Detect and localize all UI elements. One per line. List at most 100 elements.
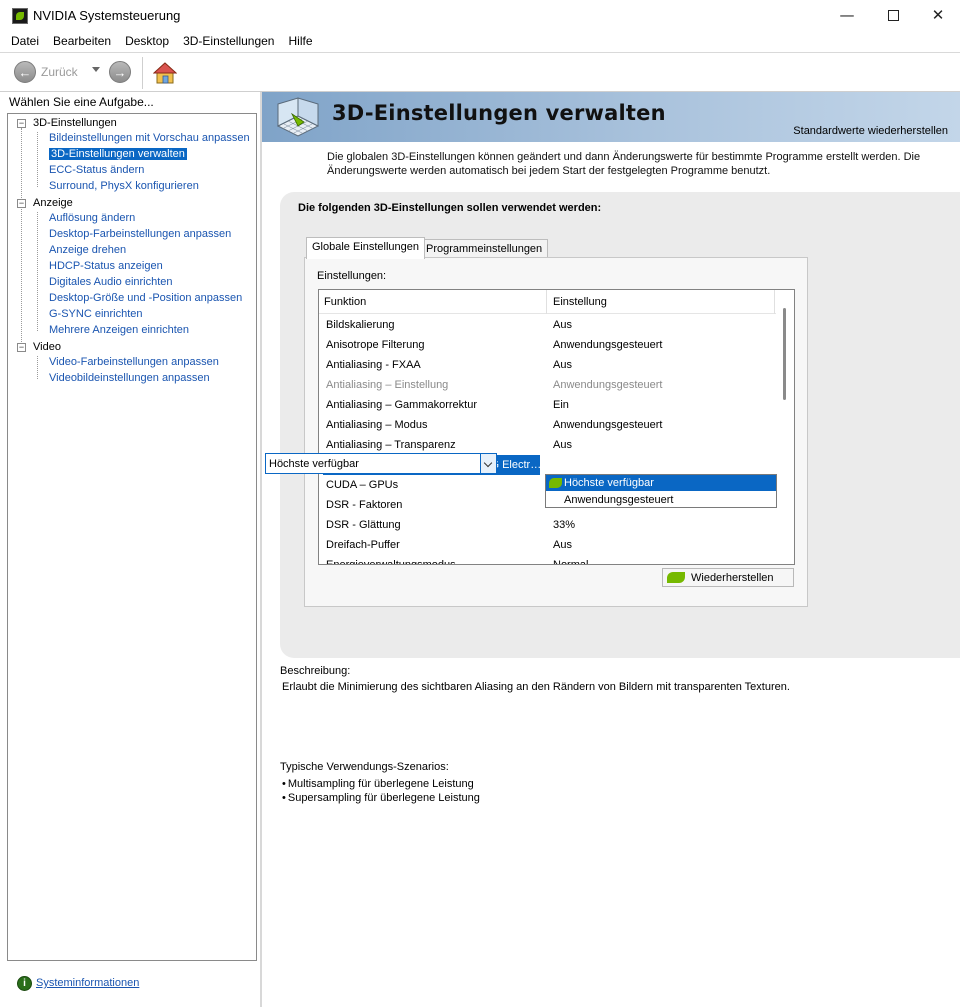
setting-row[interactable]: Antialiasing – Transparenz Aus [319, 435, 776, 455]
forward-arrow-icon: → [109, 61, 131, 83]
dropdown-option-anwendung[interactable]: Anwendungsgesteuert [546, 492, 776, 508]
tree-item-3d-verwalten[interactable]: 3D-Einstellungen verwalten [49, 148, 187, 160]
tab-program-settings[interactable]: Programmeinstellungen [420, 239, 549, 259]
tree-category-video[interactable]: Video [33, 341, 61, 353]
setting-row[interactable]: Anisotrope Filterung Anwendungsgesteuert [319, 335, 776, 355]
menu-hilfe[interactable]: Hilfe [288, 34, 312, 48]
tree-category-3d[interactable]: 3D-Einstellungen [33, 117, 117, 129]
tree-item-anzeige-drehen[interactable]: Anzeige drehen [49, 244, 126, 256]
collapse-icon[interactable]: − [17, 343, 26, 352]
settings-label: Einstellungen: [317, 270, 387, 282]
toolbar: ← Zurück → [0, 52, 960, 92]
option-label: Anwendungsgesteuert [564, 494, 674, 506]
setting-function: Bildskalierung [326, 319, 395, 331]
setting-value: Ein [553, 399, 569, 411]
setting-row[interactable]: Bildskalierung Aus [319, 315, 776, 335]
tree-item-desktop-groesse[interactable]: Desktop-Größe und -Position anpassen [49, 292, 242, 304]
setting-function: Antialiasing – Einstellung [326, 379, 449, 391]
minimize-button[interactable]: — [824, 0, 870, 30]
task-label: Wählen Sie eine Aufgabe... [9, 95, 154, 109]
tree-item-mehrere-anzeigen[interactable]: Mehrere Anzeigen einrichten [49, 324, 189, 336]
tree-item-digitales-audio[interactable]: Digitales Audio einrichten [49, 276, 173, 288]
nvidia-logo-icon [549, 478, 562, 488]
setting-value: Aus [553, 539, 572, 551]
page-header: 3D-Einstellungen verwalten Standardwerte… [262, 92, 960, 142]
listview-header: Funktion Einstellung [319, 290, 776, 314]
group-title: Die folgenden 3D-Einstellungen sollen ve… [298, 202, 602, 214]
tree-line [21, 128, 22, 350]
collapse-icon[interactable]: − [17, 119, 26, 128]
toolbar-separator [142, 57, 143, 89]
tree-item-videobild[interactable]: Videobildeinstellungen anpassen [49, 372, 210, 384]
tree-item-surround-physx[interactable]: Surround, PhysX konfigurieren [49, 180, 199, 192]
info-icon: i [17, 976, 32, 991]
restore-button[interactable]: Wiederherstellen [662, 568, 794, 587]
task-tree: − 3D-Einstellungen Bildeinstellungen mit… [7, 113, 257, 961]
tree-category-anzeige[interactable]: Anzeige [33, 197, 73, 209]
setting-row[interactable]: Energieverwaltungsmodus Normal [319, 555, 776, 565]
pane-splitter[interactable] [260, 92, 262, 1007]
column-separator[interactable] [774, 290, 775, 314]
forward-button[interactable]: → [109, 61, 131, 83]
back-label: Zurück [41, 65, 78, 79]
tree-item-gsync[interactable]: G-SYNC einrichten [49, 308, 143, 320]
setting-row[interactable]: Antialiasing - FXAA Aus [319, 355, 776, 375]
tab-global-settings[interactable]: Globale Einstellungen [306, 237, 426, 259]
setting-function: Antialiasing – Transparenz [326, 439, 456, 451]
menu-bar: Datei Bearbeiten Desktop 3D-Einstellunge… [0, 31, 960, 51]
tree-line [37, 212, 38, 331]
description-text: Erlaubt die Minimierung des sichtbaren A… [282, 681, 790, 693]
menu-bearbeiten[interactable]: Bearbeiten [53, 34, 111, 48]
nvidia-app-icon [12, 8, 28, 24]
3d-settings-icon [276, 97, 320, 137]
menu-3d-einstellungen[interactable]: 3D-Einstellungen [183, 34, 274, 48]
setting-function: CUDA – GPUs [326, 479, 399, 491]
back-button[interactable]: ← Zurück [14, 61, 78, 83]
menu-datei[interactable]: Datei [11, 34, 39, 48]
setting-row[interactable]: Antialiasing – Gammakorrektur Ein [319, 395, 776, 415]
usage-label: Typische Verwendungs-Szenarios: [280, 761, 449, 773]
setting-row[interactable]: Antialiasing – Einstellung Anwendungsgest… [319, 375, 776, 395]
setting-function: DSR - Glättung [326, 519, 401, 531]
tree-item-video-farbe[interactable]: Video-Farbeinstellungen anpassen [49, 356, 219, 368]
dropdown-option-hoechste[interactable]: Höchste verfügbar [546, 475, 776, 491]
column-header-function[interactable]: Funktion [324, 296, 366, 308]
chevron-down-icon[interactable] [480, 454, 496, 473]
setting-value: Normal [553, 559, 589, 565]
tree-item-desktop-farbe[interactable]: Desktop-Farbeinstellungen anpassen [49, 228, 231, 240]
history-dropdown-icon[interactable] [92, 67, 100, 72]
listview-scrollbar[interactable] [776, 290, 794, 564]
tree-item-bildeinstellungen[interactable]: Bildeinstellungen mit Vorschau anpassen [49, 132, 250, 144]
close-button[interactable]: ✕ [915, 0, 960, 30]
settings-listview[interactable]: Funktion Einstellung Bildskalierung Aus An… [318, 289, 795, 565]
tree-item-hdcp[interactable]: HDCP-Status anzeigen [49, 260, 163, 272]
home-icon[interactable] [153, 62, 177, 84]
back-arrow-icon: ← [14, 61, 36, 83]
tree-line [37, 132, 38, 187]
intro-text: Die globalen 3D-Einstellungen können geä… [327, 151, 921, 177]
setting-row[interactable]: DSR - Glättung 33% [319, 515, 776, 535]
combobox-dropdown-list: Höchste verfügbar Anwendungsgesteuert [545, 474, 777, 508]
collapse-icon[interactable]: − [17, 199, 26, 208]
setting-value: Anwendungsgesteuert [553, 379, 663, 391]
column-header-setting[interactable]: Einstellung [553, 296, 607, 308]
restore-defaults-link[interactable]: Standardwerte wiederherstellen [793, 125, 948, 137]
setting-value: Anwendungsgesteuert [553, 419, 663, 431]
column-separator[interactable] [546, 290, 547, 314]
setting-function: Dreifach-Puffer [326, 539, 400, 551]
system-info-link[interactable]: Systeminformationen [36, 977, 139, 989]
description-label: Beschreibung: [280, 665, 351, 677]
setting-row[interactable]: Antialiasing – Modus Anwendungsgesteuert [319, 415, 776, 435]
tree-item-aufloesung[interactable]: Auflösung ändern [49, 212, 135, 224]
setting-function: Antialiasing – Modus [326, 419, 428, 431]
refresh-rate-combobox[interactable]: Höchste verfügbar [265, 453, 497, 474]
setting-row[interactable]: Dreifach-Puffer Aus [319, 535, 776, 555]
scroll-thumb[interactable] [783, 308, 786, 400]
page-title: 3D-Einstellungen verwalten [332, 101, 666, 125]
setting-value: Aus [553, 359, 572, 371]
menu-desktop[interactable]: Desktop [125, 34, 169, 48]
maximize-button[interactable] [870, 0, 916, 30]
tree-item-ecc-status[interactable]: ECC-Status ändern [49, 164, 144, 176]
setting-value: Aus [553, 319, 572, 331]
setting-function: Anisotrope Filterung [326, 339, 425, 351]
